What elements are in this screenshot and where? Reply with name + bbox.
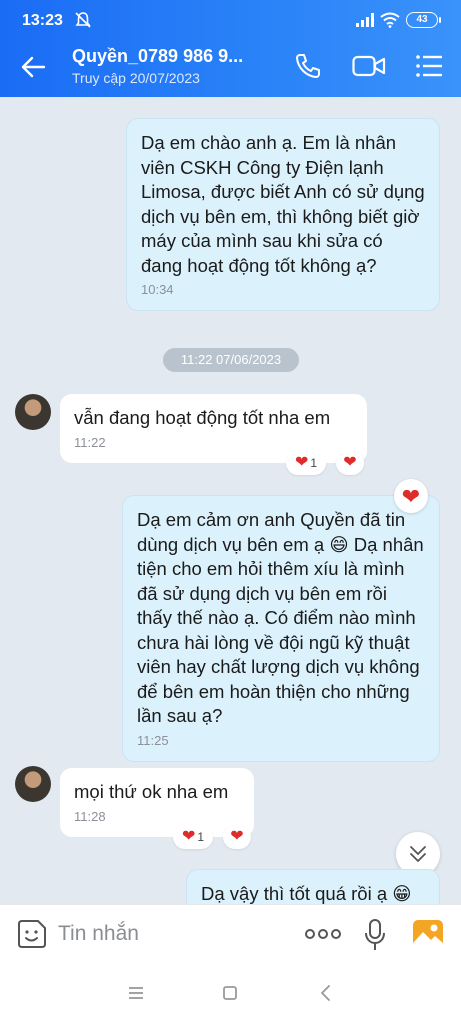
message-text: Dạ vậy thì tốt quá rồi ạ 😁	[201, 883, 412, 904]
message-text: Dạ em chào anh ạ. Em là nhân viên CSKH C…	[141, 132, 425, 276]
recent-apps-icon[interactable]	[126, 984, 146, 1002]
status-bar: 13:23 43	[0, 0, 461, 36]
heart-icon: ❤	[343, 454, 357, 471]
battery-indicator: 43	[406, 12, 441, 28]
message-time: 11:25	[137, 732, 169, 748]
date-separator: 11:22 07/06/2023	[163, 348, 299, 372]
wifi-icon	[380, 12, 400, 28]
avatar[interactable]	[15, 394, 51, 430]
message-outgoing[interactable]: Dạ em chào anh ạ. Em là nhân viên CSKH C…	[126, 118, 440, 311]
react-button[interactable]: ❤	[336, 451, 364, 475]
image-icon[interactable]	[412, 919, 444, 949]
sticker-icon[interactable]	[16, 918, 48, 950]
notification-muted-icon	[75, 12, 91, 28]
back-nav-icon[interactable]	[316, 984, 336, 1002]
message-text: Dạ em cảm ơn anh Quyền đã tin dùng dịch …	[137, 509, 424, 726]
message-list[interactable]: Dạ em chào anh ạ. Em là nhân viên CSKH C…	[0, 97, 461, 929]
react-button[interactable]: ❤	[223, 825, 251, 849]
heart-icon: ❤	[230, 828, 244, 845]
chevron-down-icon	[410, 846, 426, 862]
contact-name[interactable]: Quyền_0789 986 9...	[72, 46, 272, 67]
back-arrow-icon[interactable]	[20, 54, 46, 80]
message-outgoing[interactable]: Dạ em cảm ơn anh Quyền đã tin dùng dịch …	[122, 495, 440, 762]
video-call-icon[interactable]	[352, 54, 386, 78]
menu-icon[interactable]	[415, 53, 443, 79]
status-time: 13:23	[22, 12, 63, 29]
heart-icon: ❤	[294, 454, 309, 471]
message-time: 10:34	[141, 282, 174, 297]
message-time: 11:28	[74, 808, 106, 824]
reaction-count: 1	[197, 830, 205, 844]
reaction-summary[interactable]: ❤ 1	[286, 451, 326, 475]
home-icon[interactable]	[220, 984, 240, 1002]
avatar[interactable]	[15, 766, 51, 802]
reaction-count: 1	[310, 456, 318, 470]
last-seen: Truy cập 20/07/2023	[72, 70, 200, 86]
reaction-summary[interactable]: ❤ 1	[173, 825, 213, 849]
heart-icon: ❤	[401, 484, 421, 509]
message-text: mọi thứ ok nha em	[74, 781, 229, 802]
more-icon[interactable]	[305, 925, 341, 943]
heart-icon: ❤	[181, 828, 196, 845]
message-composer: Tin nhắn	[0, 904, 461, 962]
phone-icon[interactable]	[294, 52, 322, 80]
message-incoming[interactable]: mọi thứ ok nha em 11:28	[60, 768, 254, 837]
microphone-icon[interactable]	[364, 919, 386, 951]
message-input[interactable]: Tin nhắn	[58, 922, 139, 946]
message-time: 11:22	[74, 434, 106, 450]
signal-icon	[356, 13, 374, 27]
system-nav-bar	[0, 962, 461, 1024]
message-text: vẫn đang hoạt động tốt nha em	[74, 407, 331, 428]
top-bar: 13:23 43 Quyền_0789 986 9... Truy cập 20…	[0, 0, 461, 97]
heart-reaction[interactable]: ❤	[394, 479, 428, 513]
